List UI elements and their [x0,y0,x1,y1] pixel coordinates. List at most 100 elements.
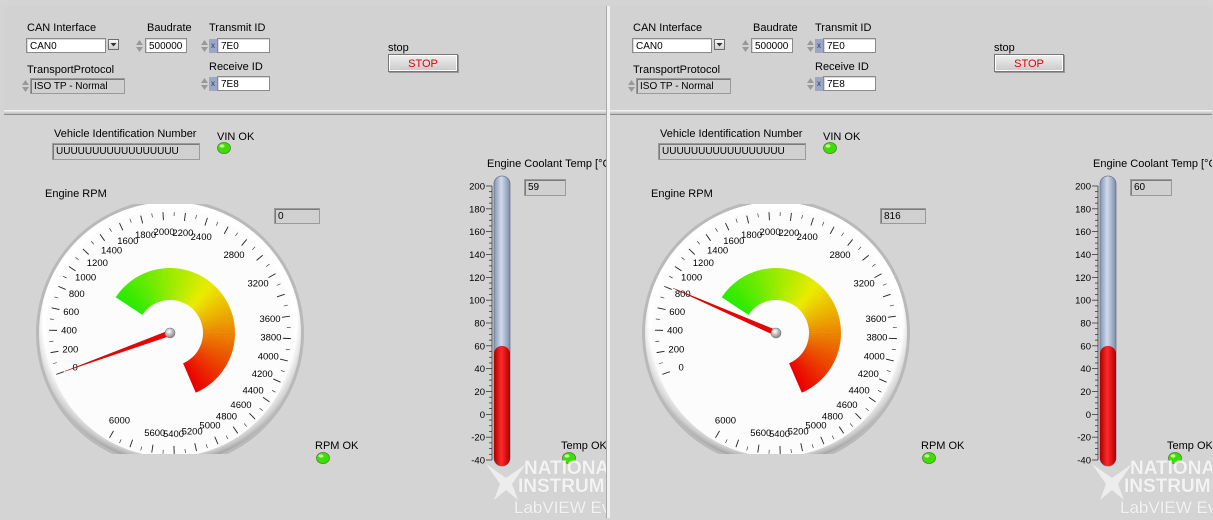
coolant-thermometer[interactable]: 200180160140120100806040200-20-40 [454,170,524,470]
temp-tick-label: 160 [1075,227,1091,238]
receive-id-spinner-icon[interactable] [806,76,815,92]
temp-tick-labels: 200180160140120100806040200-20-40 [1075,182,1091,467]
needle-hub [164,327,176,339]
coolant-temp-label: Engine Coolant Temp [°C] [1093,158,1212,170]
transport-protocol-label: TransportProtocol [27,64,115,76]
rpm-tick-label: 400 [61,326,77,337]
rpm-tick-label: 4400 [848,385,869,396]
can-interface-label: CAN Interface [633,22,703,34]
rpm-tick-label: 3200 [853,279,874,290]
temp-tick-label: 180 [469,204,485,215]
configuration-section: CAN Interface CAN0 Baudrate 500000 Trans… [610,6,1212,111]
rpm-tick-label: 5600 [144,428,165,439]
receive-id-input[interactable]: 7E8 [217,76,270,91]
rpm-tick-label: 5200 [182,427,203,438]
hex-radix-icon: x [815,77,823,91]
watermark-line3: LabVIEW Evaluation [514,498,606,517]
coolant-thermometer[interactable]: 200180160140120100806040200-20-40 [1060,170,1130,470]
temp-tick-label: -40 [471,456,485,467]
rpm-tick-label: 2800 [829,250,850,261]
hex-radix-icon: x [209,39,217,53]
section-divider [4,110,606,115]
rpm-tick-label: 6000 [109,415,130,426]
temp-tick-label: 80 [474,319,485,330]
temp-tick-label: 200 [469,182,485,193]
transport-protocol-label: TransportProtocol [633,64,721,76]
transport-protocol-spinner-icon[interactable] [21,78,30,94]
rpm-tick-label: 3800 [260,333,281,344]
transmit-id-spinner-icon[interactable] [200,38,209,54]
rpm-tick-label: 800 [69,289,85,300]
transport-protocol-spinner-icon[interactable] [627,78,636,94]
vin-label: Vehicle Identification Number [54,128,197,140]
dropdown-arrow-icon[interactable] [108,39,119,50]
temp-tick-label: 20 [474,387,485,398]
temp-tick-label: 160 [469,227,485,238]
hex-radix-icon: x [815,39,823,53]
temp-tick-label: 40 [474,364,485,375]
dropdown-arrow-icon[interactable] [714,39,725,50]
coolant-temp-label: Engine Coolant Temp [°C] [487,158,606,170]
rpm-tick-label: 3200 [247,279,268,290]
can-interface-select[interactable]: CAN0 [632,38,712,53]
temp-tick-label: 40 [1080,364,1091,375]
baudrate-spinner-icon[interactable] [135,38,144,54]
rpm-tick-label: 1400 [707,246,728,257]
transmit-id-spinner-icon[interactable] [806,38,815,54]
thermometer-mercury [1100,345,1116,466]
stop-button[interactable]: STOP [388,54,458,72]
rpm-tick-label: 5600 [750,428,771,439]
rpm-tick-label: 4200 [858,369,879,380]
temp-tick-label: 200 [1075,182,1091,193]
temp-tick-label: 140 [1075,250,1091,261]
temp-tick-labels: 200180160140120100806040200-20-40 [469,182,485,467]
rpm-tick-label: 3600 [865,314,886,325]
rpm-tick-label: 5200 [788,427,809,438]
temp-tick-label: 20 [1080,387,1091,398]
rpm-tick-label: 2800 [223,250,244,261]
stop-button[interactable]: STOP [994,54,1064,72]
rpm-tick-label: 1200 [87,258,108,269]
stop-label: stop [388,42,409,54]
transport-protocol-ring[interactable]: ISO TP - Normal [30,78,125,94]
rpm-tick-label: 1000 [681,272,702,283]
thermometer-mercury [494,345,510,466]
configuration-section: CAN Interface CAN0 Baudrate 500000 Trans… [4,6,606,111]
rpm-tick-label: 4000 [258,351,279,362]
rpm-tick-label: 1000 [75,272,96,283]
receive-id-label: Receive ID [209,61,263,73]
temp-tick-label: 180 [1075,204,1091,215]
engine-rpm-gauge[interactable]: 0200400600800100012001400160018002000220… [19,204,323,454]
watermark-line3: LabVIEW Evaluation [1120,498,1212,517]
receive-id-input[interactable]: 7E8 [823,76,876,91]
rpm-tick-label: 2400 [797,232,818,243]
vin-ok-led-icon [823,142,837,154]
receive-id-spinner-icon[interactable] [200,76,209,92]
section-divider [610,110,1212,115]
rpm-tick-label: 600 [669,307,685,318]
transport-protocol-ring[interactable]: ISO TP - Normal [636,78,731,94]
baudrate-spinner-icon[interactable] [741,38,750,54]
transmit-id-input[interactable]: 7E0 [823,38,876,53]
baudrate-input[interactable]: 500000 [751,38,793,53]
front-panel-right: CAN Interface CAN0 Baudrate 500000 Trans… [610,6,1212,518]
rpm-tick-label: 4600 [836,400,857,411]
baudrate-label: Baudrate [147,22,192,34]
temp-ok-label: Temp OK [1167,440,1212,452]
can-interface-select[interactable]: CAN0 [26,38,106,53]
baudrate-input[interactable]: 500000 [145,38,187,53]
temp-tick-label: 100 [1075,296,1091,307]
rpm-tick-label: 0 [678,363,683,374]
rpm-tick-label: 600 [63,307,79,318]
rpm-tick-label: 200 [62,344,78,355]
engine-rpm-gauge[interactable]: 0200400600800100012001400160018002000220… [625,204,929,454]
rpm-ok-label: RPM OK [921,440,965,452]
vin-indicator: UUUUUUUUUUUUUUUUU [52,143,200,160]
temp-ticks [1092,185,1099,461]
hex-radix-icon: x [209,77,217,91]
rpm-tick-label: 400 [667,326,683,337]
vin-indicator: UUUUUUUUUUUUUUUUU [658,143,806,160]
transmit-id-input[interactable]: 7E0 [217,38,270,53]
rpm-tick-label: 4600 [230,400,251,411]
temp-tick-label: -40 [1077,456,1091,467]
